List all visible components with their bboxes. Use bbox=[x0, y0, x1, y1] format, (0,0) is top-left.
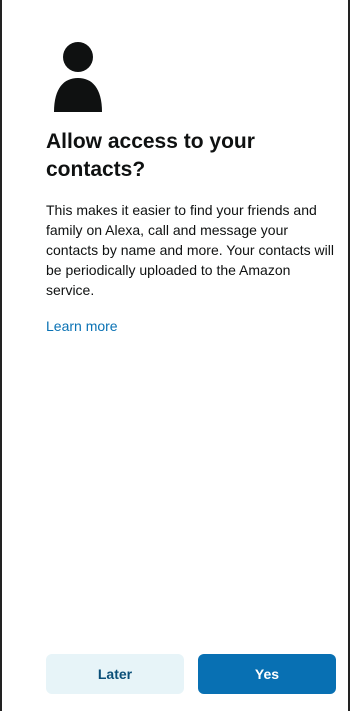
dialog-description: This makes it easier to find your friend… bbox=[46, 202, 334, 298]
later-button[interactable]: Later bbox=[46, 654, 184, 694]
dialog-title: Allow access to your contacts? bbox=[46, 130, 255, 181]
learn-more-link[interactable]: Learn more bbox=[46, 316, 118, 336]
yes-button[interactable]: Yes bbox=[198, 654, 336, 694]
contacts-permission-screen: Allow access to your contacts? This make… bbox=[0, 0, 350, 711]
person-icon bbox=[54, 42, 102, 112]
